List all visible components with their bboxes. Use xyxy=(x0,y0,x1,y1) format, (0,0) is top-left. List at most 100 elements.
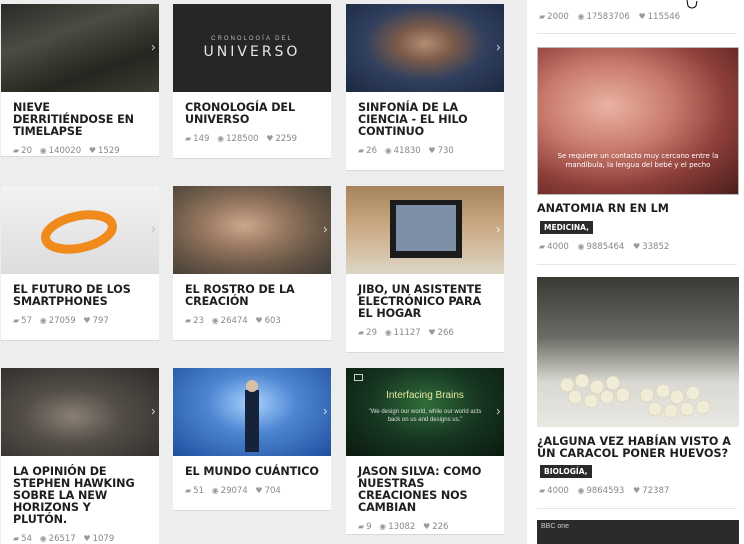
sidebar-video-stats: ▰ 4000 ◉ 9885464 ♥ 33852 xyxy=(539,242,670,252)
comment-icon: ▰ xyxy=(185,486,192,495)
eggs-graphic xyxy=(559,373,711,419)
chevron-right-icon[interactable]: › xyxy=(151,41,156,56)
comment-icon: ▰ xyxy=(13,316,20,325)
heart-icon: ♥ xyxy=(638,12,646,21)
video-thumbnail[interactable]: › xyxy=(1,186,159,274)
chevron-right-icon[interactable]: › xyxy=(151,405,156,420)
eye-icon: ◉ xyxy=(384,328,392,337)
video-title[interactable]: EL FUTURO DE LOS SMARTPHONES xyxy=(1,274,159,308)
comment-icon: ▰ xyxy=(185,316,192,325)
sidebar-video-title[interactable]: ¿ALGUNA VEZ HABÍAN VISTO A UN CARACOL PO… xyxy=(537,436,742,460)
eye-icon: ◉ xyxy=(577,242,585,251)
heart-icon: ♥ xyxy=(266,134,274,143)
heart-icon: ♥ xyxy=(255,486,263,495)
heart-icon: ♥ xyxy=(423,522,431,531)
sidebar-video-thumbnail[interactable] xyxy=(537,277,739,427)
video-title[interactable]: NIEVE DERRITIÉNDOSE EN TIMELAPSE xyxy=(1,92,159,138)
comment-icon: ▰ xyxy=(539,486,546,495)
video-grid: › NIEVE DERRITIÉNDOSE EN TIMELAPSE ▰ 20 ◉… xyxy=(0,0,520,544)
video-card[interactable]: › EL FUTURO DE LOS SMARTPHONES ▰ 57 ◉ 2705… xyxy=(1,186,159,341)
heart-icon: ♥ xyxy=(83,534,91,543)
video-thumbnail[interactable]: CRONOLOGÍA DEL UNIVERSO xyxy=(173,4,331,92)
eye-icon: ◉ xyxy=(577,486,585,495)
comment-icon: ▰ xyxy=(358,146,365,155)
sidebar-video-stats: ▰ 4000 ◉ 9864593 ♥ 72387 xyxy=(539,486,670,496)
chevron-right-icon[interactable]: › xyxy=(323,405,328,420)
video-stats: ▰ 51 ◉ 29074 ♥ 704 xyxy=(185,486,281,496)
comment-icon: ▰ xyxy=(539,242,546,251)
video-card[interactable]: › JIBO, UN ASISTENTE ELECTRÓNICO PARA EL… xyxy=(346,186,504,353)
comment-icon: ▰ xyxy=(358,328,365,337)
video-stats: ▰ 149 ◉ 128500 ♥ 2259 xyxy=(185,134,298,144)
eye-icon: ◉ xyxy=(379,522,387,531)
comment-icon: ▰ xyxy=(13,146,20,155)
video-title[interactable]: CRONOLOGÍA DEL UNIVERSO xyxy=(173,92,331,126)
category-tag[interactable]: MEDICINA, xyxy=(540,221,593,234)
video-thumbnail[interactable]: › xyxy=(173,368,331,456)
thumbnail-caption-small: CRONOLOGÍA DEL xyxy=(211,36,293,42)
eye-icon: ◉ xyxy=(39,146,47,155)
video-card[interactable]: CRONOLOGÍA DEL UNIVERSO CRONOLOGÍA DEL U… xyxy=(173,4,331,159)
sidebar-video-thumbnail[interactable]: BBC one xyxy=(537,520,739,544)
heart-icon: ♥ xyxy=(428,146,436,155)
chevron-right-icon[interactable]: › xyxy=(496,223,501,238)
video-thumbnail[interactable]: › xyxy=(1,368,159,456)
video-stats: ▰ 20 ◉ 140020 ♥ 1529 xyxy=(13,146,120,156)
figure-graphic xyxy=(245,380,259,452)
chevron-right-icon[interactable]: › xyxy=(496,41,501,56)
video-card[interactable]: › LA OPINIÓN DE STEPHEN HAWKING SOBRE LA… xyxy=(1,368,159,544)
comment-icon: ▰ xyxy=(185,134,192,143)
video-thumbnail[interactable]: › xyxy=(346,4,504,92)
eye-icon: ◉ xyxy=(384,146,392,155)
heart-icon: ♥ xyxy=(88,146,96,155)
video-card[interactable]: Interfacing Brains "We design our world,… xyxy=(346,368,504,535)
eye-icon: ◉ xyxy=(577,12,585,21)
chevron-right-icon[interactable]: › xyxy=(323,223,328,238)
video-card[interactable]: › EL ROSTRO DE LA CREACIÓN ▰ 23 ◉ 26474 ♥ 6… xyxy=(173,186,331,341)
heart-icon: ♥ xyxy=(428,328,436,337)
video-card[interactable]: › SINFONÍA DE LA CIENCIA - EL HILO CONTI… xyxy=(346,4,504,171)
mouse-cursor-icon xyxy=(686,0,698,9)
heart-icon: ♥ xyxy=(633,242,641,251)
category-tag[interactable]: BIOLOGÍA, xyxy=(540,465,592,478)
divider xyxy=(537,508,737,509)
divider xyxy=(537,264,737,265)
video-stats: ▰ 9 ◉ 13082 ♥ 226 xyxy=(358,522,449,532)
eye-icon: ◉ xyxy=(217,134,225,143)
video-card[interactable]: › EL MUNDO CUÁNTICO ▰ 51 ◉ 29074 ♥ 704 xyxy=(173,368,331,511)
sidebar-video-thumbnail[interactable]: Se requiere un contacto muy cercano entr… xyxy=(537,47,739,195)
video-thumbnail[interactable]: › xyxy=(1,4,159,92)
comment-icon: ▰ xyxy=(358,522,365,531)
caption-icon xyxy=(354,374,363,381)
video-thumbnail[interactable]: › xyxy=(346,186,504,274)
video-stats: ▰ 29 ◉ 11127 ♥ 266 xyxy=(358,328,454,338)
video-title[interactable]: EL ROSTRO DE LA CREACIÓN xyxy=(173,274,331,308)
photo-frame-graphic xyxy=(390,200,462,258)
video-title[interactable]: SINFONÍA DE LA CIENCIA - EL HILO CONTINU… xyxy=(346,92,504,138)
divider xyxy=(537,33,737,34)
video-thumbnail[interactable]: Interfacing Brains "We design our world,… xyxy=(346,368,504,456)
eye-icon: ◉ xyxy=(39,534,47,543)
video-thumbnail[interactable]: › xyxy=(173,186,331,274)
video-stats: ▰ 57 ◉ 27059 ♥ 797 xyxy=(13,316,109,326)
eye-icon: ◉ xyxy=(39,316,47,325)
comment-icon: ▰ xyxy=(539,12,546,21)
video-card[interactable]: › NIEVE DERRITIÉNDOSE EN TIMELAPSE ▰ 20 ◉… xyxy=(1,4,159,157)
video-title[interactable]: JASON SILVA: COMO NUESTRAS CREACIONES NO… xyxy=(346,456,504,514)
bbc-logo: BBC one xyxy=(541,523,570,530)
video-title[interactable]: LA OPINIÓN DE STEPHEN HAWKING SOBRE LA N… xyxy=(1,456,159,526)
video-stats: ▰ 26 ◉ 41830 ♥ 730 xyxy=(358,146,454,156)
eye-icon: ◉ xyxy=(211,316,219,325)
eye-icon: ◉ xyxy=(211,486,219,495)
chevron-right-icon[interactable]: › xyxy=(496,405,501,420)
video-stats: ▰ 23 ◉ 26474 ♥ 603 xyxy=(185,316,281,326)
chevron-right-icon[interactable]: › xyxy=(151,223,156,238)
video-title[interactable]: JIBO, UN ASISTENTE ELECTRÓNICO PARA EL H… xyxy=(346,274,504,320)
heart-icon: ♥ xyxy=(633,486,641,495)
sidebar-video-title[interactable]: ANATOMIA RN EN LM xyxy=(537,203,742,215)
video-title[interactable]: EL MUNDO CUÁNTICO xyxy=(173,456,331,478)
wristband-graphic xyxy=(41,210,117,254)
thumbnail-quote: "We design our world, while our world ac… xyxy=(368,409,482,423)
heart-icon: ♥ xyxy=(83,316,91,325)
video-stats: ▰ 54 ◉ 26517 ♥ 1079 xyxy=(13,534,115,544)
